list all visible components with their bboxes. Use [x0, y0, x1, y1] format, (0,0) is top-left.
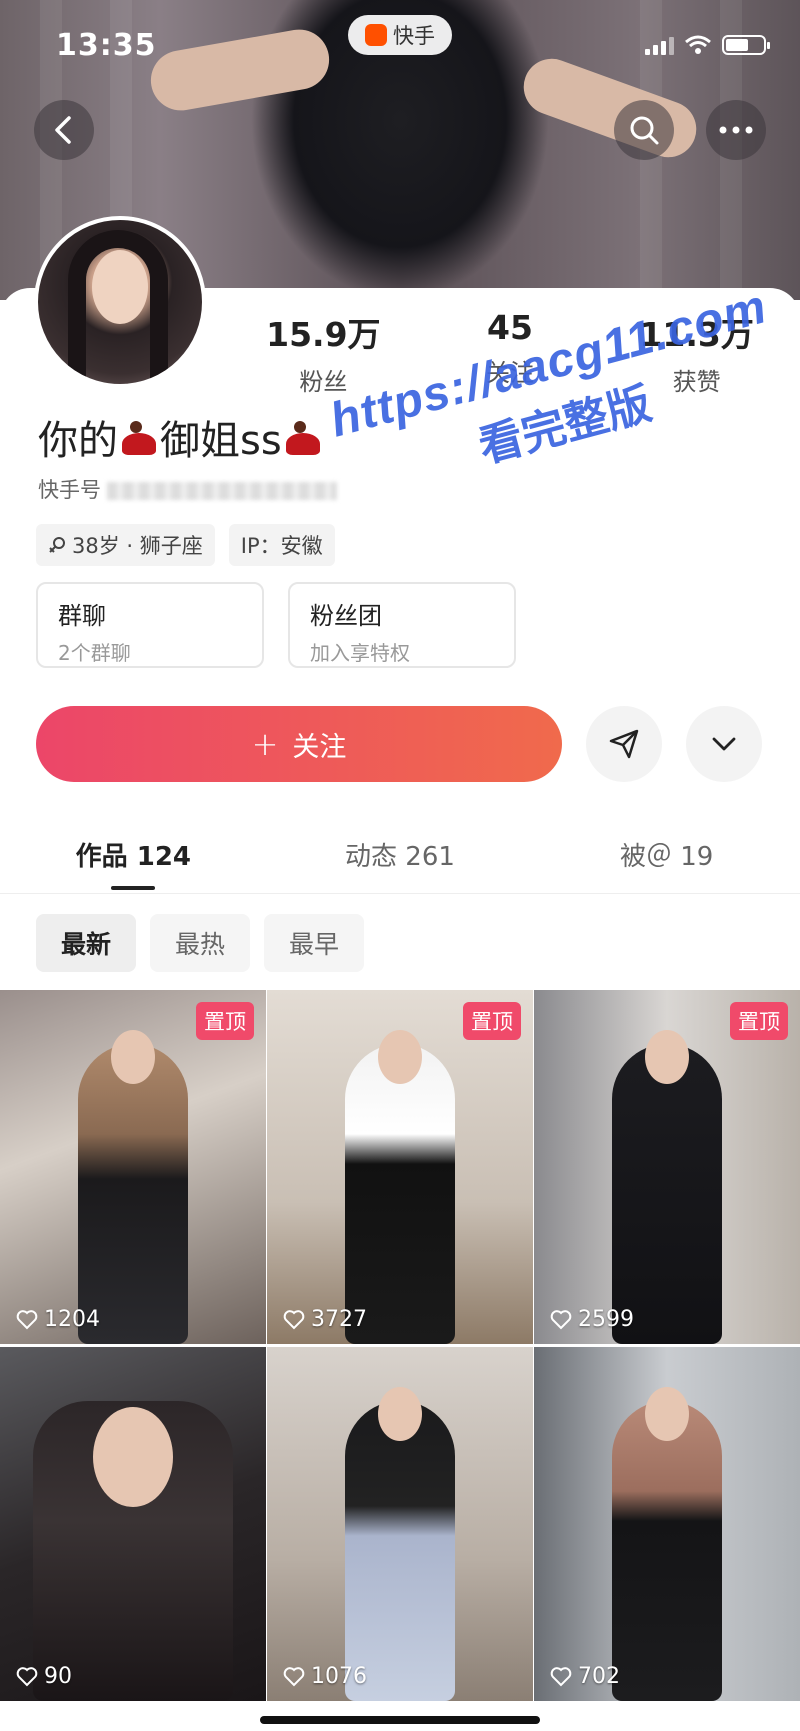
- like-count: 702: [550, 1664, 620, 1689]
- kuaishou-id-label: 快手号: [38, 478, 101, 502]
- video-thumbnail[interactable]: 90: [0, 1347, 266, 1701]
- tag-ip: IP：安徽: [228, 524, 335, 566]
- video-thumbnail[interactable]: 702: [534, 1347, 800, 1701]
- tab-divider: [0, 893, 800, 894]
- follow-button[interactable]: + 关注: [36, 706, 562, 782]
- like-count-value: 1204: [44, 1307, 100, 1332]
- like-count: 3727: [283, 1307, 367, 1332]
- share-button[interactable]: [586, 706, 662, 782]
- kuaishou-id-blurred: [107, 482, 337, 500]
- back-button[interactable]: [34, 100, 94, 160]
- stat-value: 15.9万: [266, 315, 381, 354]
- send-icon: [609, 729, 639, 759]
- tag-ip-text: IP：安徽: [240, 534, 323, 558]
- pinned-badge: 置顶: [196, 1002, 254, 1040]
- group-chat-entry[interactable]: 群聊 2个群聊: [36, 582, 264, 668]
- like-count-value: 3727: [311, 1307, 367, 1332]
- profile-name: 你的 御姐ss: [38, 408, 320, 466]
- chevron-down-icon: [712, 737, 736, 751]
- plus-icon: +: [251, 725, 279, 763]
- video-thumbnail[interactable]: 1076: [267, 1347, 533, 1701]
- tag-age-text: 38岁 · 狮子座: [72, 534, 203, 558]
- heart-icon: [283, 1666, 305, 1686]
- tab-moments[interactable]: 动态 261: [267, 836, 534, 894]
- video-thumbnail[interactable]: 置顶 2599: [534, 990, 800, 1344]
- pinned-badge: 置顶: [730, 1002, 788, 1040]
- gender-female-icon: [49, 537, 65, 553]
- sort-options: 最新 最热 最早: [36, 914, 364, 972]
- fan-club-entry[interactable]: 粉丝团 加入享特权: [288, 582, 516, 668]
- search-button[interactable]: [614, 100, 674, 160]
- name-part-2: 御姐ss: [160, 418, 282, 464]
- more-button[interactable]: [706, 100, 766, 160]
- like-count: 2599: [550, 1307, 634, 1332]
- like-count-value: 702: [578, 1664, 620, 1689]
- dancer-emoji-icon: [122, 417, 156, 457]
- wifi-icon: [685, 35, 711, 54]
- tab-mentions[interactable]: 被＠ 19: [533, 836, 800, 894]
- system-icons: [645, 34, 770, 56]
- kuaishou-logo-icon: [365, 24, 387, 46]
- sort-hottest[interactable]: 最热: [150, 914, 250, 972]
- heart-icon: [16, 1309, 38, 1329]
- video-thumbnail[interactable]: 置顶 1204: [0, 990, 266, 1344]
- like-count: 90: [16, 1664, 72, 1689]
- search-icon: [630, 116, 659, 145]
- expand-button[interactable]: [686, 706, 762, 782]
- battery-icon: [722, 35, 770, 55]
- heart-icon: [283, 1309, 305, 1329]
- sort-oldest[interactable]: 最早: [264, 914, 364, 972]
- content-tabs: 作品 124 动态 261 被＠ 19: [0, 836, 800, 894]
- app-pill-label: 快手: [393, 24, 435, 48]
- status-bar: 13:35 快手: [0, 0, 800, 92]
- signal-icon: [645, 35, 674, 55]
- profile-tags: 38岁 · 狮子座 IP：安徽: [36, 524, 335, 566]
- video-thumbnail[interactable]: 置顶 3727: [267, 990, 533, 1344]
- heart-icon: [550, 1309, 572, 1329]
- like-count-value: 1076: [311, 1664, 367, 1689]
- home-indicator[interactable]: [260, 1716, 540, 1724]
- name-part-1: 你的: [38, 418, 118, 464]
- heart-icon: [550, 1666, 572, 1686]
- like-count-value: 90: [44, 1664, 72, 1689]
- video-grid: 置顶 1204 置顶 3727 置顶 2599 90 1076 702: [0, 990, 800, 1701]
- like-count: 1204: [16, 1307, 100, 1332]
- sort-newest[interactable]: 最新: [36, 914, 136, 972]
- tab-works[interactable]: 作品 124: [0, 836, 267, 894]
- more-dots-icon: [719, 126, 753, 134]
- fan-club-subtitle: 加入享特权: [310, 641, 410, 665]
- follow-label: 关注: [292, 731, 347, 763]
- like-count: 1076: [283, 1664, 367, 1689]
- like-count-value: 2599: [578, 1307, 634, 1332]
- status-time: 13:35: [56, 28, 157, 63]
- profile-entry-boxes: 群聊 2个群聊 粉丝团 加入享特权: [36, 582, 516, 668]
- pinned-badge: 置顶: [463, 1002, 521, 1040]
- tag-age: 38岁 · 狮子座: [36, 524, 215, 566]
- fan-club-title: 粉丝团: [310, 602, 382, 630]
- avatar[interactable]: [34, 216, 206, 388]
- chevron-left-icon: [55, 116, 71, 144]
- app-pill[interactable]: 快手: [348, 15, 452, 55]
- kuaishou-id[interactable]: 快手号: [38, 474, 337, 504]
- group-chat-title: 群聊: [58, 602, 106, 630]
- group-chat-subtitle: 2个群聊: [58, 641, 131, 665]
- heart-icon: [16, 1666, 38, 1686]
